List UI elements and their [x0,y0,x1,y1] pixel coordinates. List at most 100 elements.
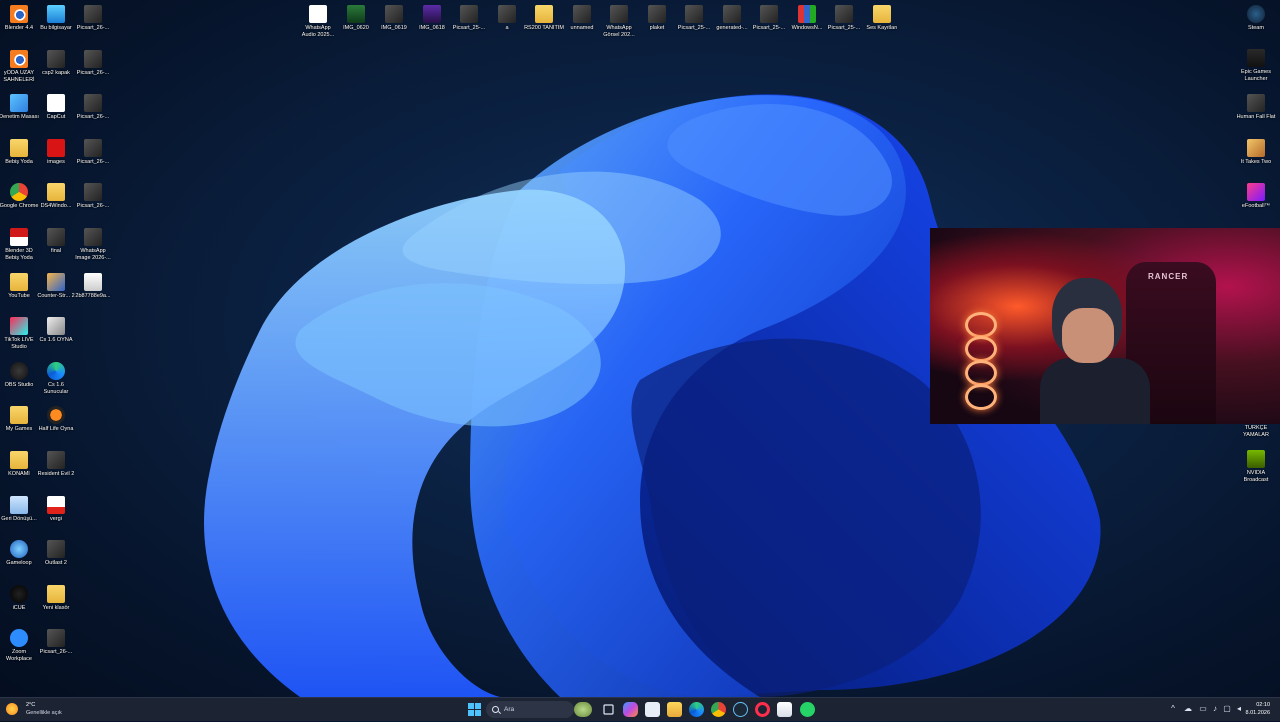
desktop-icon[interactable]: WhatsApp Audio 2025... [298,5,338,39]
desktop-icon-label: plaket [649,25,665,31]
desktop-icon[interactable]: Yeni klasör [36,584,76,612]
desktop-icon[interactable]: IMG_0619 [374,5,414,32]
chevron-up-icon[interactable]: ^ [1168,704,1178,714]
desktop-icon[interactable]: Picsart_26-... [73,5,113,32]
desktop-icon-label: Picsart_25-... [752,25,786,31]
desktop-icon[interactable]: Denetim Masası [0,94,39,121]
desktop-icon[interactable]: Picsart_26-... [73,94,113,121]
folder-icon [535,5,553,23]
desktop-icon[interactable]: Picsart_25-... [749,5,789,32]
desktop-icon[interactable]: Gameloop [0,540,39,567]
desktop-icon[interactable]: Outlast 2 [36,540,76,567]
image-thumbnail-icon [385,5,403,23]
search-icon [492,706,499,713]
desktop-icon[interactable]: Google Chrome [0,183,39,210]
cloud-icon[interactable]: ☁ [1183,704,1193,714]
desktop-icon[interactable]: IMG_0620 [336,5,376,32]
desktop-icon-label: WhatsApp Görsel 202... [603,25,635,38]
network-icon[interactable]: ▭ [1198,704,1208,714]
opera-gx-icon[interactable] [755,702,770,717]
desktop-icon[interactable]: vergi [36,495,76,523]
steam-icon [1247,5,1265,23]
desktop-icon[interactable]: DS4Windo... [36,183,76,210]
desktop-icon[interactable]: eFootball™ [1236,183,1276,210]
desktop-icon[interactable]: Picsart_26-... [73,49,113,77]
desktop-icon[interactable]: OBS Studio [0,361,39,389]
search-placeholder: Ara [504,706,515,713]
notepad-icon[interactable] [777,702,792,717]
desktop-icon[interactable]: Zoom Workplace [0,629,39,663]
desktop-icon[interactable]: Cs 1.6 OYNA [36,317,76,344]
volume-icon[interactable]: ◂ [1234,704,1244,714]
desktop-icon[interactable]: Picsart_25-... [824,5,864,32]
copilot-icon[interactable] [623,702,638,717]
desktop-icon[interactable]: Picsart_25-... [674,5,714,32]
desktop-icon[interactable]: Geri Dönüşü... [0,495,39,523]
start-button[interactable] [467,702,482,717]
task-view-icon[interactable] [601,702,616,717]
desktop-icon[interactable]: final [36,228,76,255]
microphone-icon[interactable]: ♪ [1210,704,1220,714]
whatsapp-icon[interactable] [800,702,815,717]
search-highlight-icon[interactable] [574,702,592,717]
desktop-icon[interactable]: yODA UZAY SAHNELERİ [0,49,39,84]
zoom-icon [10,629,28,648]
desktop-icon[interactable]: RS200 TANITIM [524,5,564,32]
desktop-icon[interactable]: YouTube [0,272,39,300]
edge-icon[interactable] [689,702,704,717]
desktop-icon[interactable]: csp2 kapak [36,49,76,77]
desktop-icon[interactable]: TikTok LIVE Studio [0,317,39,351]
desktop-icon[interactable]: Bu bilgisayar [36,5,76,32]
desktop-icon[interactable]: Picsart_26-... [73,183,113,210]
desktop-icon[interactable]: It Takes Two [1236,139,1276,166]
desktop-icon[interactable]: TÜRKÇE YAMALAR [1236,405,1276,439]
desktop-icon[interactable]: plaket [637,5,677,32]
image-thumbnail-icon [685,5,703,23]
desktop-icon[interactable]: generated-... [712,5,752,32]
desktop-icon[interactable]: iCUE [0,584,39,612]
desktop-icon[interactable]: Blender 4.4 [0,5,39,32]
steam-icon[interactable] [733,702,748,717]
desktop-icon[interactable]: CapCut [36,94,76,121]
desktop-icon[interactable]: 2b87788e9a... [73,272,113,300]
blender-file-icon [10,228,28,246]
desktop-icon[interactable]: Counter-Str... 2 [36,272,76,300]
desktop-icon[interactable]: KONAMI [0,451,39,478]
desktop-icon[interactable]: NVIDIA Broadcast [1236,450,1276,484]
desktop-icon[interactable]: Resident Evil 2 [36,451,76,478]
image-thumbnail-icon [460,5,478,23]
desktop-icon[interactable]: Human Fall Flat [1236,94,1276,121]
desktop-icon[interactable]: Picsart_26-... [36,629,76,656]
desktop-icon[interactable]: WhatsApp Image 2026-... [73,228,113,262]
desktop-icon[interactable]: a [487,5,527,32]
display-icon[interactable]: ▢ [1222,704,1232,714]
fan-light [965,336,997,362]
image-thumbnail-icon [84,228,102,246]
desktop-icon[interactable]: Picsart_26-... [73,138,113,166]
desktop-icon[interactable]: Ses Kayıtları [862,5,902,32]
desktop-icon[interactable]: Epic Games Launcher [1236,49,1276,83]
desktop-icon[interactable]: WindowsN... [787,5,827,32]
desktop-icon[interactable]: IMG_0618 [412,5,452,32]
image-thumbnail-icon [573,5,591,23]
desktop-icon[interactable]: My Games [0,406,39,433]
fan-light [965,312,997,338]
chrome-icon[interactable] [711,702,726,717]
image-thumbnail-icon [84,5,102,23]
desktop-icon[interactable]: Blender 3D Bebiş Yoda [0,228,39,262]
taskbar-search[interactable]: Ara [486,701,574,718]
desktop-icon[interactable]: Bebiş Yoda [0,138,39,166]
desktop-icon[interactable]: Cs 1.6 Sunucular [36,361,76,396]
desktop-icon[interactable]: WhatsApp Görsel 202... [599,5,639,39]
edge-icon [47,361,65,380]
calendar-icon[interactable] [645,702,660,717]
taskbar-clock[interactable]: 02:10 8.01.2026 [1246,701,1270,717]
image-thumbnail-icon [47,228,65,246]
desktop-icon[interactable]: Half Life Oyna [36,406,76,433]
desktop-icon[interactable]: Steam [1236,5,1276,32]
desktop-icon[interactable]: images [36,138,76,166]
desktop-icon[interactable]: Picsart_25-... [449,5,489,32]
desktop-icon-label: IMG_0620 [343,25,369,31]
file-explorer-icon[interactable] [667,702,682,717]
desktop-icon[interactable]: unnamed [562,5,602,32]
